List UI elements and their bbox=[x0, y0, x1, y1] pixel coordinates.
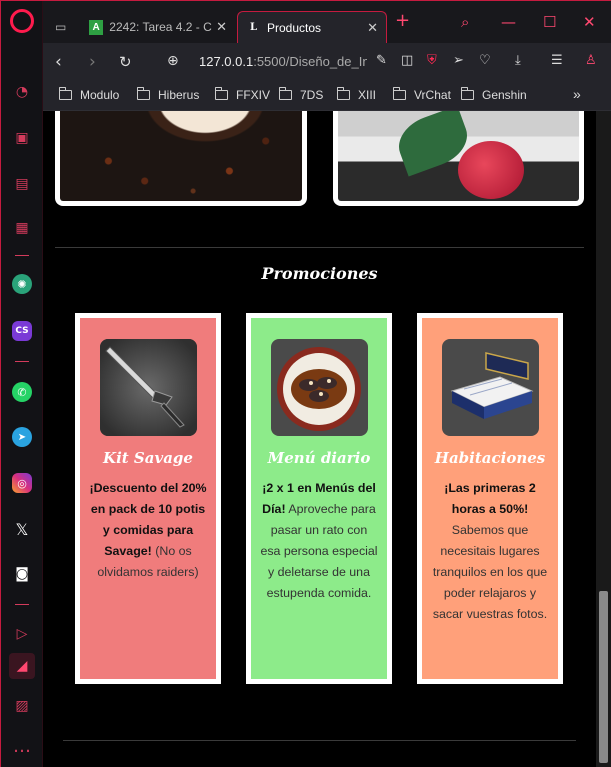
folder-icon bbox=[279, 87, 292, 100]
camera-icon[interactable]: ◫ bbox=[401, 53, 413, 68]
instagram-icon[interactable]: ◎ bbox=[12, 473, 32, 493]
folder-icon bbox=[337, 87, 350, 100]
tab-title: Productos bbox=[267, 20, 322, 35]
minimize-icon[interactable]: — bbox=[501, 13, 516, 31]
bookmark-folder[interactable]: 7DS bbox=[279, 87, 323, 102]
briefcase-icon[interactable]: ▣ bbox=[9, 125, 35, 151]
folder-icon bbox=[59, 87, 72, 100]
cs-app-icon[interactable]: CS bbox=[12, 321, 32, 341]
maximize-icon[interactable]: ☐ bbox=[543, 13, 556, 31]
bookmarks-bar: Modulo Hiberus FFXIV 7DS XIII VrChat Gen… bbox=[43, 81, 611, 111]
promo-card-menu: Menú diario ¡2 x 1 en Menús del Día! Apr… bbox=[246, 313, 392, 684]
promo-card-savage: Kit Savage ¡Descuento del 20% en pack de… bbox=[75, 313, 221, 684]
card-description: ¡Descuento del 20% en pack de 10 potis y… bbox=[89, 478, 207, 583]
tab-bar: ▭ A 2242: Tarea 4.2 - C ✕ L Productos ✕ … bbox=[43, 1, 611, 43]
card-highlight: ¡Las primeras 2 horas a 50%! bbox=[444, 481, 536, 516]
card-description: ¡2 x 1 en Menús del Día! Aproveche para … bbox=[260, 478, 378, 604]
profile-icon[interactable]: ♙ bbox=[585, 53, 597, 68]
close-tab-icon[interactable]: ✕ bbox=[216, 19, 227, 35]
card-text: Sabemos que necesitais lugares tranquilo… bbox=[432, 523, 548, 621]
dish-image bbox=[271, 339, 368, 436]
gallery-icon[interactable]: ▨ bbox=[9, 693, 35, 719]
search-tabs-icon[interactable]: ⌕ bbox=[461, 13, 469, 31]
footer-divider bbox=[63, 740, 576, 741]
sidebar-divider bbox=[15, 361, 29, 362]
tab-favicon-icon: L bbox=[249, 22, 258, 33]
promotions-title: Promociones bbox=[261, 264, 378, 283]
reload-icon[interactable]: ↻ bbox=[119, 53, 132, 71]
bookmark-folder[interactable]: VrChat bbox=[393, 87, 451, 102]
url-path: :5500/Diseño_de_In bbox=[253, 54, 367, 69]
card-title: Menú diario bbox=[267, 449, 371, 467]
sidebar: ◔ ▣ ▤ ▦ ✺ CS ✆ ➤ ◎ 𝕏 ◙ ▷ ◢ ▨ … bbox=[1, 1, 43, 767]
gamepad-tab-icon[interactable]: ▭ bbox=[47, 11, 77, 43]
player-icon[interactable]: ▷ bbox=[9, 621, 35, 647]
x-twitter-icon[interactable]: 𝕏 bbox=[9, 516, 35, 542]
tab-favicon-icon: A bbox=[89, 19, 104, 35]
bookmark-folder[interactable]: Hiberus bbox=[137, 87, 199, 102]
more-bookmarks-icon[interactable]: » bbox=[573, 86, 581, 102]
card-text: Aproveche para pasar un rato con esa per… bbox=[260, 502, 378, 600]
discord-icon[interactable]: ◙ bbox=[9, 561, 35, 587]
telegram-icon[interactable]: ➤ bbox=[12, 427, 32, 447]
new-tab-icon[interactable]: + bbox=[395, 10, 410, 31]
twitch-icon[interactable]: ▤ bbox=[9, 171, 35, 197]
speed-dial-icon[interactable]: ◔ bbox=[9, 79, 35, 105]
chatgpt-icon[interactable]: ✺ bbox=[12, 274, 32, 294]
shield-icon[interactable]: ⛨ bbox=[427, 53, 437, 68]
more-icon[interactable]: … bbox=[9, 733, 35, 759]
sidebar-divider bbox=[15, 255, 29, 256]
sidebar-divider bbox=[15, 604, 29, 605]
send-icon[interactable]: ➢ bbox=[453, 53, 464, 68]
forward-icon[interactable]: › bbox=[89, 52, 96, 72]
close-tab-icon[interactable]: ✕ bbox=[367, 20, 378, 36]
back-icon[interactable]: ‹ bbox=[55, 52, 62, 72]
browser-window: ◔ ▣ ▤ ▦ ✺ CS ✆ ➤ ◎ 𝕏 ◙ ▷ ◢ ▨ … ▭ A 2242:… bbox=[0, 0, 611, 767]
tab-tarea[interactable]: A 2242: Tarea 4.2 - C ✕ bbox=[81, 11, 235, 43]
coffee-product-image bbox=[55, 111, 307, 206]
folder-icon bbox=[393, 87, 406, 100]
section-divider bbox=[55, 247, 584, 248]
folder-icon bbox=[215, 87, 228, 100]
chip-icon[interactable]: ▦ bbox=[9, 215, 35, 241]
tab-productos[interactable]: L Productos ✕ bbox=[237, 11, 387, 43]
edit-icon[interactable]: ✎ bbox=[376, 53, 387, 68]
bookmark-folder[interactable]: FFXIV bbox=[215, 87, 270, 102]
promo-card-habitaciones: Habitaciones ¡Las primeras 2 horas a 50%… bbox=[417, 313, 563, 684]
site-info-icon[interactable]: ⊕ bbox=[167, 53, 179, 69]
folder-icon bbox=[137, 87, 150, 100]
scrollbar-thumb[interactable] bbox=[599, 591, 608, 763]
close-window-icon[interactable]: ✕ bbox=[583, 13, 596, 31]
card-title: Habitaciones bbox=[434, 449, 546, 467]
wallet-icon[interactable]: ◢ bbox=[9, 653, 35, 679]
card-description: ¡Las primeras 2 horas a 50%! Sabemos que… bbox=[431, 478, 549, 625]
sword-image bbox=[100, 339, 197, 436]
heart-icon[interactable]: ♡ bbox=[479, 53, 491, 68]
folder-icon bbox=[461, 87, 474, 100]
bookmark-folder[interactable]: XIII bbox=[337, 87, 376, 102]
tab-title: 2242: Tarea 4.2 - C bbox=[109, 20, 212, 34]
card-title: Kit Savage bbox=[103, 449, 193, 467]
download-icon[interactable]: ⤓ bbox=[515, 53, 521, 68]
url-host: 127.0.0.1 bbox=[199, 54, 254, 69]
opera-logo-icon[interactable] bbox=[10, 9, 34, 33]
easy-setup-icon[interactable]: ☰ bbox=[551, 53, 563, 68]
whatsapp-icon[interactable]: ✆ bbox=[12, 382, 32, 402]
bookmark-folder[interactable]: Modulo bbox=[59, 87, 119, 102]
bookmark-folder[interactable]: Genshin bbox=[461, 87, 527, 102]
address-bar: ‹ › ↻ ⊕ 127.0.0.1:5500/Diseño_de_In ✎ ◫ … bbox=[43, 43, 611, 81]
dessert-product-image bbox=[333, 111, 584, 206]
page-viewport: Promociones Kit Savage ¡Descuento del 20… bbox=[43, 111, 596, 767]
bed-image bbox=[442, 339, 539, 436]
url-field[interactable]: 127.0.0.1:5500/Diseño_de_In bbox=[199, 54, 367, 69]
